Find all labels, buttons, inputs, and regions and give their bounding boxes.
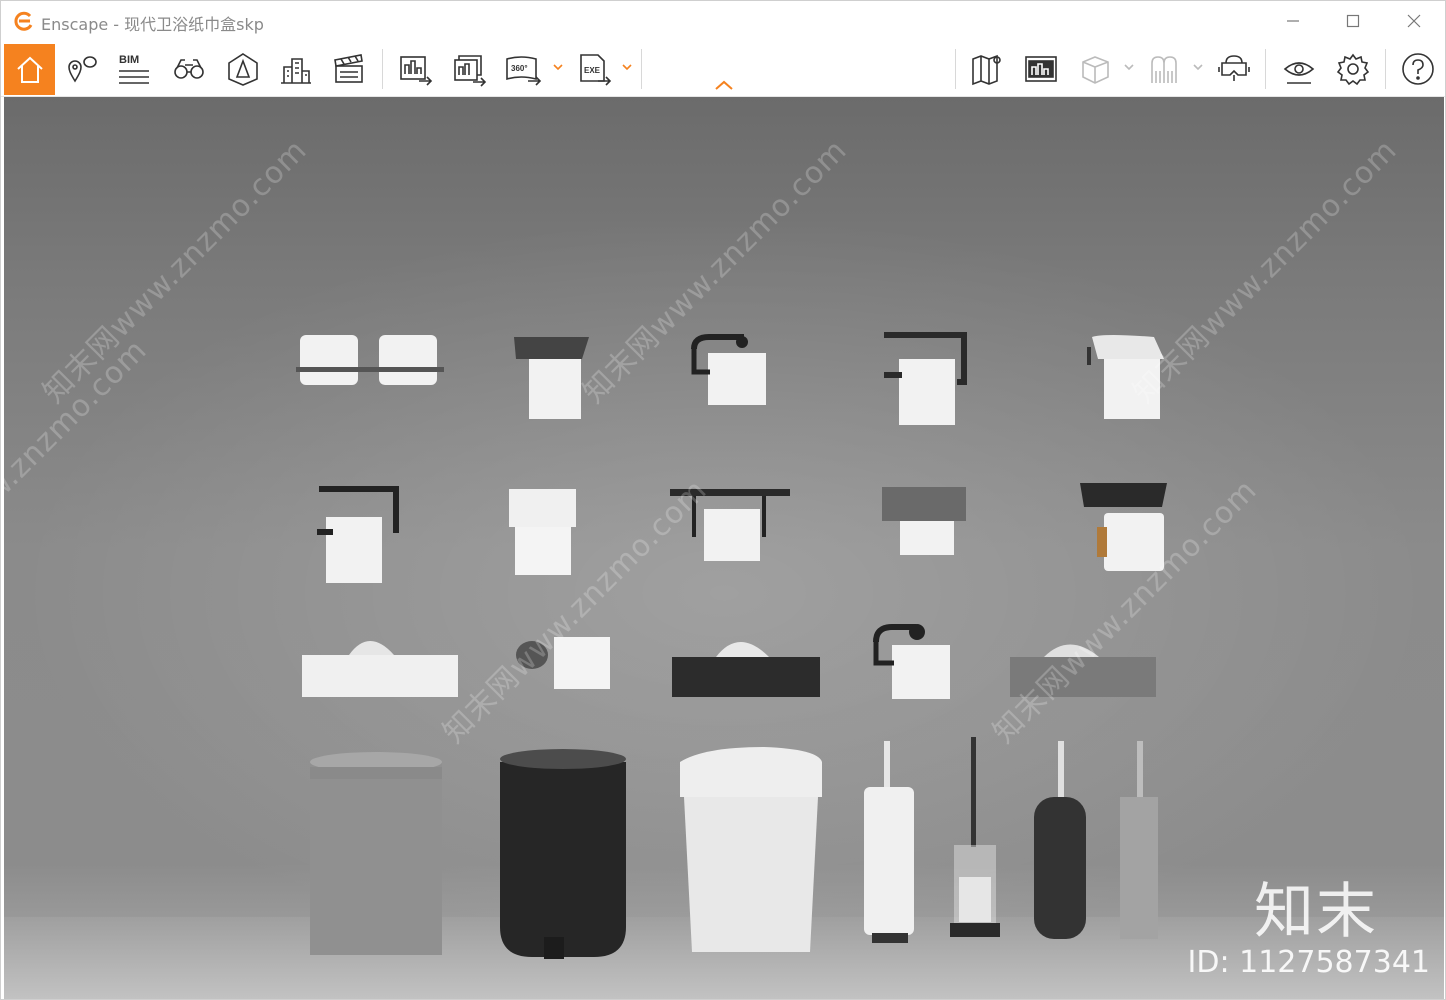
- buildings-button[interactable]: [275, 49, 317, 89]
- paper-holder-double: [296, 335, 444, 385]
- toilet-brush-black: [1034, 741, 1086, 939]
- people-dropdown-caret[interactable]: [1192, 61, 1204, 73]
- panorama-360-button[interactable]: 360°: [502, 49, 544, 89]
- vr-headset-button[interactable]: [1213, 49, 1255, 89]
- close-icon: [1407, 14, 1421, 28]
- views-icon: [68, 56, 97, 83]
- title-bar: Enscape - 现代卫浴纸巾盒skp: [1, 1, 1445, 41]
- enscape-logo-icon: [14, 11, 33, 31]
- image-view-button[interactable]: [1020, 49, 1062, 89]
- bim-label: BIM: [119, 54, 139, 66]
- minimize-button[interactable]: [1263, 1, 1323, 41]
- toilet-brush-gray: [1120, 741, 1158, 939]
- enscape-window: Enscape - 现代卫浴纸巾盒skp BIM 360° EXE 知末网www…: [0, 0, 1446, 1000]
- exe-export-icon: EXE: [580, 54, 612, 86]
- maximize-icon: [1346, 14, 1360, 28]
- toolbar-separator: [955, 49, 956, 89]
- home-icon: [16, 56, 43, 83]
- people-icon: [1151, 56, 1177, 83]
- map-button[interactable]: [966, 49, 1008, 89]
- asset-library-icon: [228, 53, 258, 86]
- map-icon: [972, 54, 1001, 86]
- chevron-down-icon: [1124, 64, 1134, 71]
- image-id-label: ID: 1127587341: [1187, 945, 1430, 980]
- visual-settings-icon: [1283, 62, 1315, 84]
- window-title: Enscape - 现代卫浴纸巾盒skp: [41, 15, 264, 34]
- panorama-360-icon: 360°: [506, 56, 542, 86]
- main-toolbar: BIM 360° EXE: [1, 41, 1445, 97]
- exe-export-button[interactable]: EXE: [573, 49, 615, 89]
- vr-headset-icon: [1218, 55, 1250, 81]
- toolbar-separator: [382, 49, 383, 89]
- toilet-brush-glass: [950, 737, 1000, 937]
- views-button[interactable]: [61, 49, 103, 89]
- chevron-down-icon: [622, 64, 632, 71]
- tissue-box-black: [672, 642, 820, 697]
- chevron-down-icon: [1193, 64, 1203, 71]
- binoculars-button[interactable]: [168, 49, 210, 89]
- toolbar-separator: [1265, 49, 1266, 89]
- trash-bin-white: [680, 747, 822, 952]
- video-editor-button[interactable]: [328, 49, 370, 89]
- brand-logo-mark: 知末: [1254, 877, 1378, 947]
- batch-export-button[interactable]: [448, 49, 490, 89]
- panorama-360-dropdown-caret[interactable]: [552, 61, 564, 73]
- paper-holder-ring: [691, 334, 766, 405]
- chevron-down-icon: [553, 64, 563, 71]
- render-viewport[interactable]: 知末网www.znzmo.com 知末网www.znzmo.com 知末网www…: [4, 97, 1444, 999]
- binoculars-icon: [174, 59, 204, 79]
- minimize-icon: [1287, 20, 1299, 22]
- collapse-toolbar-button[interactable]: [711, 77, 737, 93]
- close-button[interactable]: [1384, 1, 1444, 41]
- help-icon: [1402, 53, 1434, 85]
- toolbar-separator: [641, 49, 642, 89]
- screenshot-export-icon: [400, 56, 433, 86]
- bim-mode-icon: BIM: [119, 54, 149, 84]
- people-button[interactable]: [1143, 49, 1185, 89]
- settings-button[interactable]: [1332, 49, 1374, 89]
- maximize-button[interactable]: [1323, 1, 1383, 41]
- paper-holder-l-bracket: [317, 486, 399, 583]
- paper-holder-bracket: [884, 332, 967, 425]
- cube-dropdown-caret[interactable]: [1123, 61, 1135, 73]
- visual-settings-button[interactable]: [1278, 49, 1320, 89]
- cube-button[interactable]: [1074, 49, 1116, 89]
- cube-icon: [1082, 56, 1109, 84]
- tissue-box-white: [302, 641, 458, 697]
- trash-bin-black: [500, 749, 626, 959]
- image-view-icon: [1025, 56, 1057, 82]
- video-editor-icon: [334, 54, 363, 83]
- paper-holder-gray-cover: [882, 487, 966, 555]
- toolbar-separator: [1385, 49, 1386, 89]
- asset-library-button[interactable]: [222, 49, 264, 89]
- buildings-icon: [281, 58, 311, 84]
- paper-holder-ring-small: [873, 624, 950, 699]
- trash-bin-steel: [310, 752, 442, 955]
- settings-gear-icon: [1336, 53, 1370, 86]
- panorama-360-label: 360°: [511, 64, 528, 73]
- paper-holder-flap: [509, 489, 576, 575]
- chevron-up-icon: [715, 80, 733, 90]
- batch-export-icon: [454, 55, 487, 87]
- bim-mode-button[interactable]: BIM: [114, 49, 156, 89]
- toilet-brush-white: [864, 741, 914, 943]
- exe-label: EXE: [584, 66, 601, 75]
- screenshot-export-button[interactable]: [394, 49, 436, 89]
- help-button[interactable]: [1397, 49, 1439, 89]
- home-button[interactable]: [4, 44, 55, 95]
- exe-export-dropdown-caret[interactable]: [621, 61, 633, 73]
